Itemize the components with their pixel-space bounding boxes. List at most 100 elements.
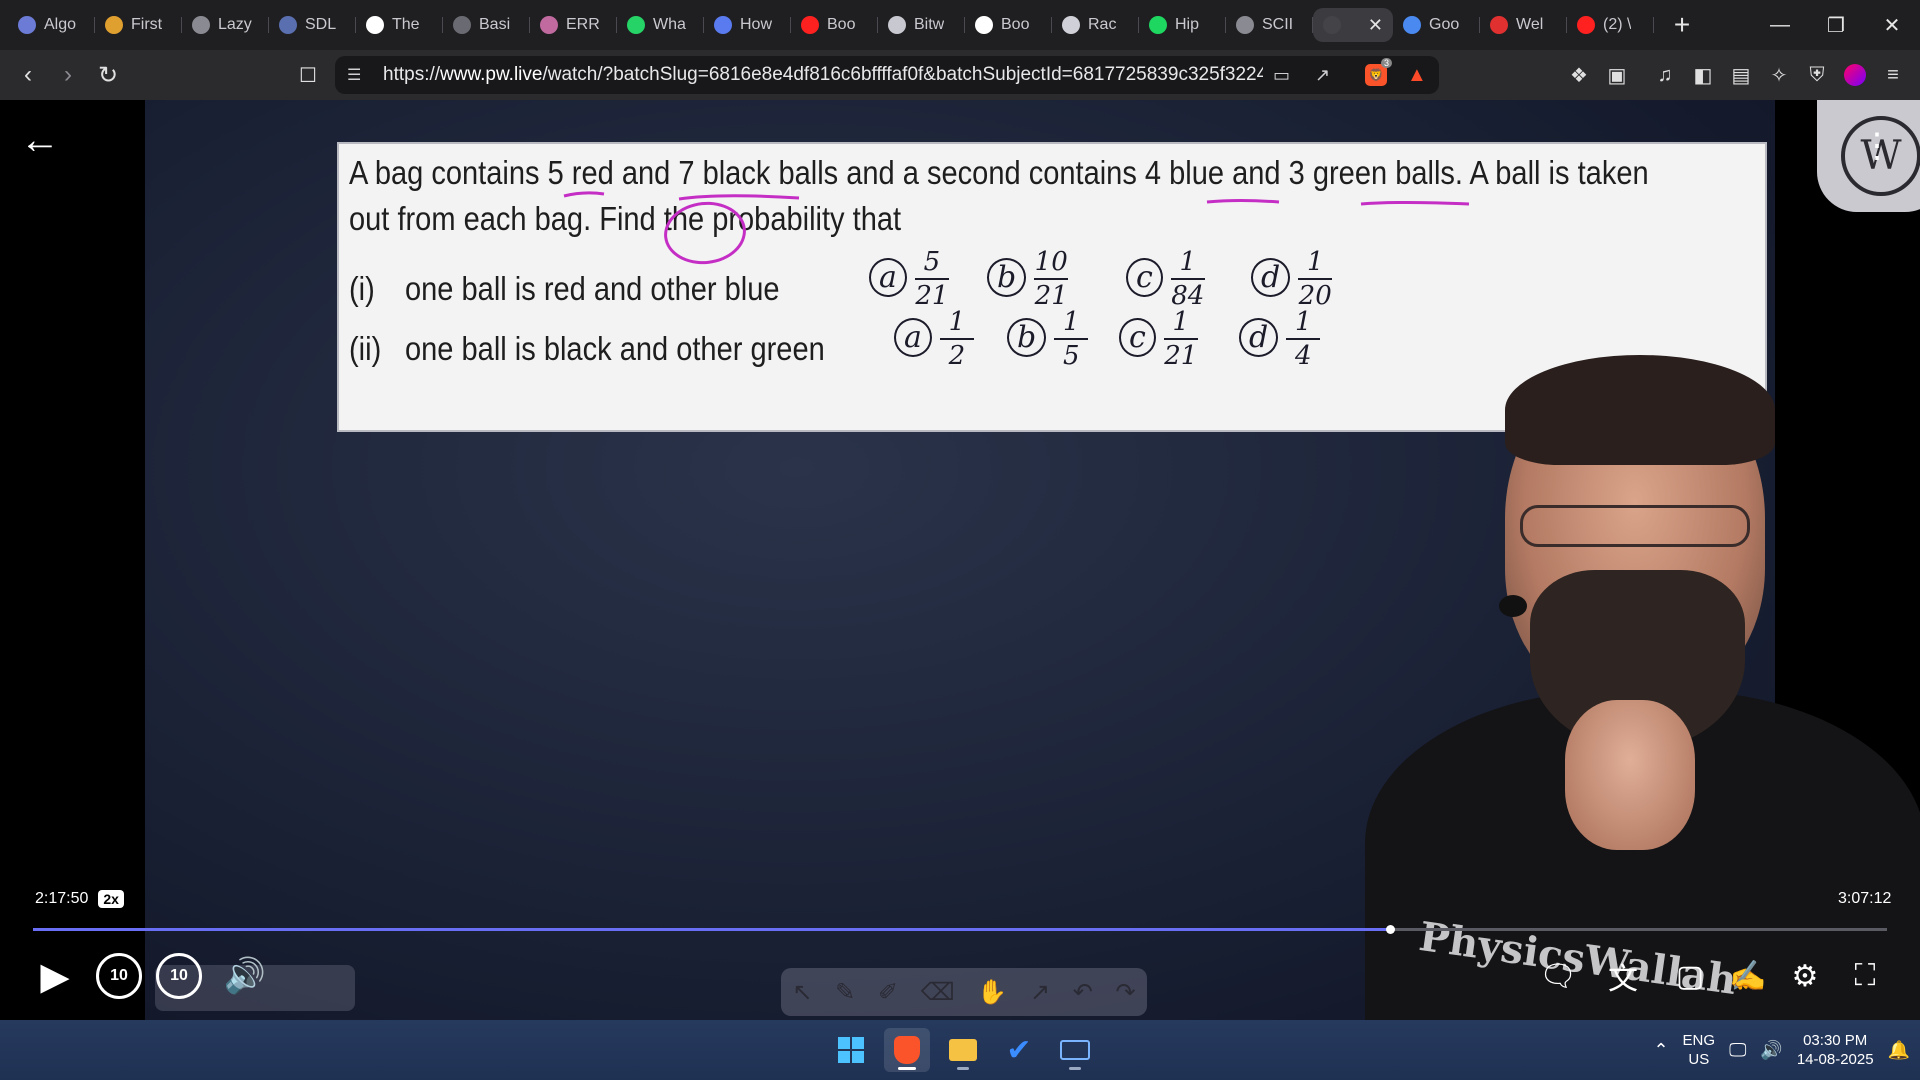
pen-icon[interactable]: ✎ (835, 978, 855, 1007)
browser-tab[interactable]: Wha (617, 8, 704, 42)
brave-rewards-icon[interactable]: ▲ (1407, 64, 1427, 87)
url-text[interactable]: https://www.pw.live/watch/?batchSlug=681… (383, 64, 1263, 86)
window-controls: — ❐ ✕ (1752, 0, 1920, 50)
address-bar[interactable]: ☰ https://www.pw.live/watch/?batchSlug=6… (335, 56, 1439, 94)
fraction-numerator: 5 (923, 247, 941, 277)
gemini-icon (1403, 16, 1421, 34)
undo-icon[interactable]: ↶ (1073, 978, 1093, 1007)
reload-icon[interactable]: ↻ (88, 55, 128, 95)
speaker-icon[interactable]: 🔊 (1760, 1040, 1782, 1061)
chapters-icon[interactable]: ▢ (1665, 948, 1715, 1004)
tray-chevron-icon[interactable]: ⌃ (1653, 1040, 1668, 1061)
browser-tab[interactable]: Boo (791, 8, 878, 42)
network-icon[interactable]: 🖵 (1729, 1040, 1746, 1061)
system-tray: ⌃ ENG US 🖵 🔊 03:30 PM 14-08-2025 🔔 (1653, 1020, 1910, 1080)
forward-10-button[interactable]: 10 (156, 953, 202, 999)
play-button[interactable]: ▶ (30, 948, 80, 1004)
pointer-icon[interactable]: ↖ (792, 978, 812, 1007)
browser-tab[interactable]: The (356, 8, 443, 42)
settings-gear-icon[interactable]: ⚙ (1780, 948, 1830, 1004)
tab-label: Boo (827, 16, 856, 33)
browser-tab[interactable]: (2) \ (1567, 8, 1654, 42)
tab-label: The (392, 16, 420, 33)
new-tab-button[interactable]: + (1662, 9, 1702, 41)
sidebar-icon[interactable]: ◧ (1684, 55, 1722, 95)
arrow-tool-icon[interactable]: ↗ (1030, 978, 1050, 1007)
brave-browser-icon[interactable] (884, 1028, 930, 1072)
browser-tab[interactable]: How (704, 8, 791, 42)
speed-badge[interactable]: 2x (98, 890, 124, 908)
windows-start-icon[interactable] (828, 1028, 874, 1072)
language-indicator[interactable]: ENG US (1683, 1031, 1716, 1069)
fullscreen-icon[interactable]: ⛶ (1840, 948, 1890, 1004)
fraction-numerator: 1 (1179, 247, 1197, 277)
part-2-text: one ball is black and other green (405, 330, 825, 367)
tab-label: First (131, 16, 163, 33)
reader-icon[interactable]: ▣ (1598, 55, 1636, 95)
marker-icon[interactable]: ✐ (878, 978, 898, 1007)
browser-tab[interactable]: Algo (8, 8, 95, 42)
leo-ai-icon[interactable]: ✧ (1760, 55, 1798, 95)
player-back-arrow-icon[interactable]: ← (20, 120, 68, 160)
todo-check-icon[interactable]: ✔ (996, 1028, 1042, 1072)
youtube-icon (1577, 16, 1595, 34)
fraction-numerator: 10 (1034, 247, 1068, 277)
video-player[interactable]: A bag contains 5 red and 7 black balls a… (0, 100, 1920, 1020)
volume-icon[interactable]: 🔊 (220, 948, 270, 1004)
restore-button[interactable]: ❐ (1808, 0, 1864, 50)
seek-bar[interactable] (33, 925, 1887, 934)
player-more-icon[interactable]: ⋮ (1860, 126, 1894, 166)
fraction-denominator: 84 (1171, 281, 1205, 311)
taskbar-apps: ✔ (828, 1028, 1098, 1072)
browser-tab[interactable]: Goo (1393, 8, 1480, 42)
rewind-10-button[interactable]: 10 (96, 953, 142, 999)
back-button[interactable]: ‹ (8, 55, 48, 95)
browser-tab[interactable]: SCII (1226, 8, 1313, 42)
vpn-icon[interactable]: ⛨ (1798, 55, 1836, 95)
browser-tab[interactable]: Wel (1480, 8, 1567, 42)
tab-label: Basi (479, 16, 511, 33)
eraser-icon[interactable]: ⌫ (921, 978, 955, 1007)
browser-tab[interactable]: ERR (530, 8, 617, 42)
share-icon[interactable]: ↗ (1315, 65, 1330, 86)
translate-icon[interactable]: 文 (1598, 948, 1648, 1004)
menu-icon[interactable]: ≡ (1874, 55, 1912, 95)
cast-icon[interactable]: ▭ (1273, 65, 1290, 86)
browser-tab[interactable]: Boo (965, 8, 1052, 42)
tab-label: Boo (1001, 16, 1030, 33)
keyboard-app-icon[interactable] (1052, 1028, 1098, 1072)
tab-label: SDL (305, 16, 337, 33)
music-icon[interactable]: ♫ (1646, 55, 1684, 95)
option-fraction: 1 84 (1170, 247, 1205, 311)
close-window-button[interactable]: ✕ (1864, 0, 1920, 50)
wallet-icon[interactable]: ▤ (1722, 55, 1760, 95)
notes-icon[interactable]: ✍ (1723, 948, 1773, 1004)
toolbar-right: ❖ ▣ ♫ ◧ ▤ ✧ ⛨ ≡ (1560, 55, 1912, 95)
chat-icon[interactable]: 🗨 (1533, 948, 1583, 1004)
bookmark-icon[interactable]: ☐ (288, 55, 328, 95)
extensions-icon[interactable]: ❖ (1560, 55, 1598, 95)
profile-avatar[interactable] (1836, 55, 1874, 95)
browser-tab[interactable]: ✕ (1313, 8, 1393, 42)
browser-tab[interactable]: Hip (1139, 8, 1226, 42)
browser-tab[interactable]: Rac (1052, 8, 1139, 42)
browser-tab[interactable]: Bitw (878, 8, 965, 42)
globe-icon (192, 16, 210, 34)
file-explorer-icon[interactable] (940, 1028, 986, 1072)
tab-label: Lazy (218, 16, 252, 33)
site-settings-icon[interactable]: ☰ (347, 65, 361, 85)
browser-tab[interactable]: Basi (443, 8, 530, 42)
answer-option: a 5 21 (869, 249, 949, 309)
close-tab-icon[interactable]: ✕ (1368, 15, 1383, 36)
forward-button[interactable]: › (48, 55, 88, 95)
minimize-button[interactable]: — (1752, 0, 1808, 50)
tab-label: Wel (1516, 16, 1544, 33)
browser-tab[interactable]: First (95, 8, 182, 42)
hand-icon[interactable]: ✋ (977, 978, 1007, 1007)
clock[interactable]: 03:30 PM 14-08-2025 (1797, 1031, 1874, 1069)
browser-tab[interactable]: SDL (269, 8, 356, 42)
notification-bell-icon[interactable]: 🔔 (1888, 1040, 1910, 1061)
redo-icon[interactable]: ↷ (1116, 978, 1136, 1007)
browser-tab[interactable]: Lazy (182, 8, 269, 42)
opera-icon (1490, 16, 1508, 34)
